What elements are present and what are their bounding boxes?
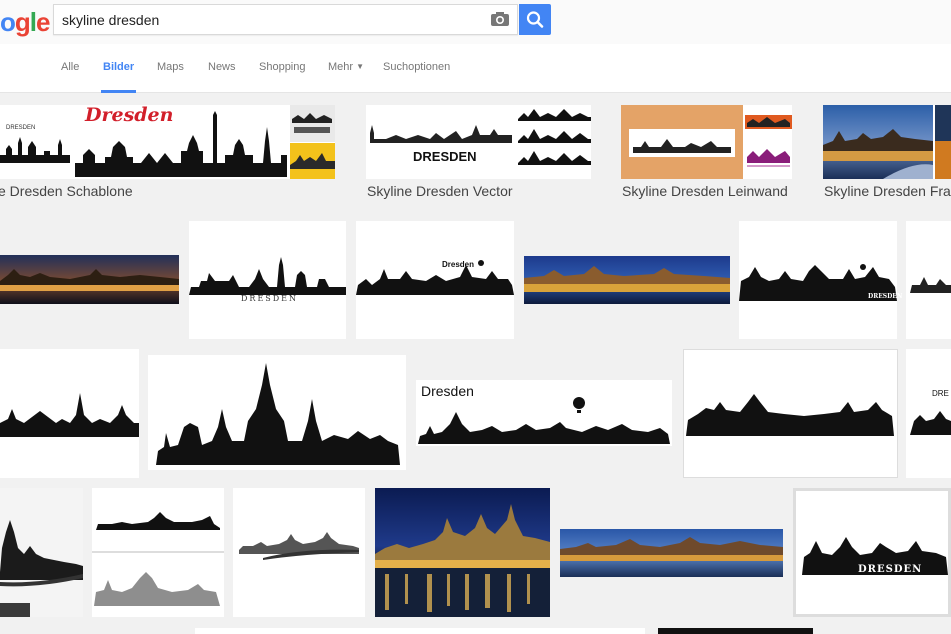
image-result[interactable] [658, 628, 813, 634]
image-result[interactable] [0, 349, 139, 478]
tab-news[interactable]: News [208, 61, 236, 73]
related-search-card[interactable] [621, 105, 792, 179]
result-image [560, 529, 783, 577]
result-image [0, 255, 179, 304]
result-image [189, 257, 346, 295]
thumbnail-title: Dresden [85, 105, 174, 126]
image-result[interactable]: Dresden [416, 380, 672, 446]
search-input[interactable] [54, 5, 479, 34]
result-image [686, 394, 894, 436]
thumbnail [745, 135, 792, 179]
image-result[interactable] [0, 255, 179, 304]
thumbnail-text: DRESDEN [413, 149, 477, 164]
result-image [0, 488, 83, 617]
image-result[interactable]: DRE [906, 349, 951, 478]
thumbnail [290, 143, 335, 179]
skyline-image [0, 137, 70, 163]
result-image [802, 537, 948, 575]
tab-more-label: Mehr [328, 61, 354, 73]
result-image [92, 512, 224, 606]
search-button[interactable] [519, 4, 551, 35]
image-result[interactable] [233, 488, 365, 617]
search-icon [526, 11, 544, 28]
image-result[interactable] [92, 488, 224, 617]
thumbnail [745, 105, 792, 133]
result-text: Dresden [442, 260, 475, 269]
related-search-label[interactable]: Skyline Dresden Fra [824, 183, 951, 199]
result-image [910, 277, 951, 293]
related-search-card[interactable]: DRESDEN [366, 105, 591, 179]
image-result[interactable] [0, 488, 83, 617]
tab-bar: Alle Bilder Maps News Shopping Mehr ▼ Suc… [0, 44, 951, 93]
image-result[interactable] [148, 355, 406, 470]
image-result[interactable] [195, 628, 645, 634]
google-logo[interactable]: ogle [0, 7, 51, 38]
skyline-image [290, 105, 335, 142]
result-image [739, 264, 897, 301]
result-image [375, 488, 550, 617]
image-result[interactable]: DRESDEN [793, 488, 951, 617]
result-image [156, 363, 400, 465]
tab-all[interactable]: Alle [61, 61, 79, 73]
image-result[interactable] [560, 529, 783, 577]
tab-search-tools[interactable]: Suchoptionen [383, 61, 450, 73]
result-image [356, 260, 514, 295]
skyline-image [935, 105, 951, 179]
search-box [53, 4, 518, 35]
result-caption: DRESDEN [241, 294, 299, 303]
thumbnail [621, 105, 743, 179]
image-result[interactable]: Dresden [356, 221, 514, 339]
caret-down-icon: ▼ [356, 62, 364, 71]
result-text: DRE [932, 389, 949, 398]
skyline-image [370, 125, 512, 143]
result-caption: DRESDEN [858, 564, 923, 575]
thumbnail: DRESDEN [0, 105, 70, 179]
skyline-image [518, 109, 591, 165]
image-result[interactable] [524, 256, 730, 304]
thumbnail [518, 105, 591, 179]
tab-more[interactable]: Mehr ▼ [328, 61, 364, 73]
skyline-image [629, 129, 735, 157]
related-search-label[interactable]: Skyline Dresden Vector [367, 183, 513, 199]
thumbnail [823, 105, 933, 179]
tab-maps[interactable]: Maps [157, 61, 184, 73]
skyline-image [747, 149, 790, 167]
thumbnail-text: DRESDEN [6, 125, 36, 131]
skyline-image [290, 143, 335, 179]
result-image [239, 532, 359, 560]
thumbnail [935, 105, 951, 179]
thumbnail: Dresden [71, 105, 289, 179]
related-search-label[interactable]: e Dresden Schablone [0, 183, 133, 199]
related-search-card[interactable]: DRESDEN Dresden [0, 105, 335, 179]
image-result[interactable]: DRESDEN [189, 221, 346, 339]
image-result[interactable]: DRESDEN [739, 221, 902, 339]
thumbnail [290, 105, 335, 142]
result-image [910, 411, 951, 435]
result-image [0, 393, 139, 437]
camera-icon[interactable] [490, 11, 510, 27]
result-text: Dresden [421, 383, 474, 399]
image-result[interactable] [906, 221, 951, 339]
thumbnail: DRESDEN [366, 105, 516, 179]
related-search-card[interactable] [823, 105, 951, 179]
related-search-label[interactable]: Skyline Dresden Leinwand [622, 183, 788, 199]
skyline-image [823, 105, 933, 179]
top-bar: ogle [0, 0, 951, 44]
result-caption: DRESDEN [868, 293, 903, 300]
image-result[interactable] [375, 488, 550, 617]
image-result[interactable] [683, 349, 898, 478]
result-image [524, 256, 730, 304]
skyline-image [745, 105, 792, 133]
tab-shopping[interactable]: Shopping [259, 61, 306, 73]
tab-images[interactable]: Bilder [100, 61, 137, 93]
